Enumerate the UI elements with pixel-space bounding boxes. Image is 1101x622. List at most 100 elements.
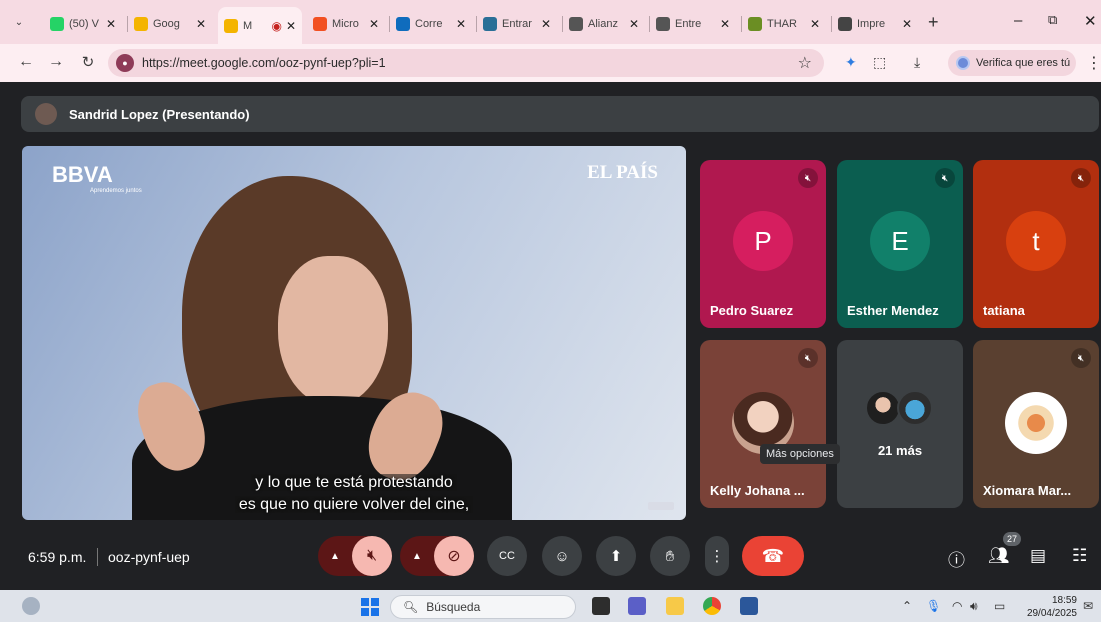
- system-clock[interactable]: 18:59 29/04/2025: [1021, 594, 1077, 620]
- participant-tile-xiomara[interactable]: 🔇︎ Xiomara Mar...: [973, 340, 1099, 508]
- participant-photo: [1005, 392, 1067, 454]
- muted-mic-icon: 🔇︎: [1071, 348, 1091, 368]
- close-tab-icon[interactable]: ✕: [902, 17, 912, 31]
- raise-hand-button[interactable]: ✋︎: [650, 536, 690, 576]
- forward-icon[interactable]: →: [46, 53, 66, 71]
- task-view-icon[interactable]: [592, 597, 610, 615]
- tab-label: Goog: [153, 18, 180, 30]
- browser-tab[interactable]: Corre ✕: [390, 9, 472, 39]
- tab-separator: [649, 16, 650, 32]
- browser-tab[interactable]: Alianz ✕: [563, 9, 645, 39]
- word-icon[interactable]: [740, 597, 758, 615]
- globe-icon: [838, 17, 852, 31]
- browser-tab[interactable]: (50) V ✕: [44, 9, 122, 39]
- battery-icon[interactable]: ▭: [994, 599, 1005, 613]
- participant-name: Kelly Johana ...: [710, 483, 805, 498]
- close-tab-icon[interactable]: ✕: [720, 17, 730, 31]
- close-tab-icon[interactable]: ✕: [629, 17, 639, 31]
- leave-call-button[interactable]: ☎︎: [742, 536, 804, 576]
- tab-label: Corre: [415, 18, 443, 30]
- bbva-tagline: Aprendemos juntos: [90, 188, 142, 194]
- extensions-puzzle-icon[interactable]: ⬚: [873, 54, 886, 71]
- video-settings-chevron-icon[interactable]: ▲: [400, 536, 434, 576]
- present-screen-button[interactable]: ⬆: [596, 536, 636, 576]
- reload-icon[interactable]: ↻: [78, 53, 98, 71]
- sharepoint-icon: [483, 17, 497, 31]
- close-tab-icon[interactable]: ✕: [810, 17, 820, 31]
- close-tab-icon[interactable]: ✕: [106, 17, 116, 31]
- notifications-icon[interactable]: ✉: [1083, 599, 1093, 613]
- meeting-controls: 6:59 p.m. ooz-pynf-uep ▲ 🔇︎ ▲ ⊘ CC ☺ ⬆ ✋…: [0, 532, 1101, 590]
- tray-mic-icon[interactable]: 🎙︎: [926, 599, 941, 613]
- file-explorer-icon[interactable]: [666, 597, 684, 615]
- camera-off-button[interactable]: ⊘: [434, 536, 474, 576]
- browser-tab[interactable]: Entre ✕: [650, 9, 736, 39]
- back-icon[interactable]: ←: [16, 53, 36, 71]
- browser-tab[interactable]: Impre ✕: [832, 9, 918, 39]
- weather-widget-icon[interactable]: [22, 597, 40, 615]
- tray-chevron-icon[interactable]: ⌃: [902, 599, 912, 613]
- tab-separator: [741, 16, 742, 32]
- restore-icon[interactable]: ⧉: [1048, 12, 1057, 28]
- meet-window: Sandrid Lopez (Presentando) BBVA Aprende…: [0, 82, 1101, 590]
- presentation-video[interactable]: BBVA Aprendemos juntos EL PAÍS y lo que …: [22, 146, 686, 520]
- captions-button[interactable]: CC: [487, 536, 527, 576]
- participant-name: Pedro Suarez: [710, 303, 794, 318]
- more-participants-avatars: [865, 390, 937, 428]
- extension-icon[interactable]: ✦: [845, 54, 857, 71]
- download-icon[interactable]: ⤓: [914, 54, 920, 71]
- mic-off-button[interactable]: 🔇︎: [352, 536, 392, 576]
- browser-tab[interactable]: Micro ✕: [307, 9, 385, 39]
- speaker-face: [278, 256, 388, 406]
- close-tab-icon[interactable]: ✕: [196, 17, 206, 31]
- browser-tab[interactable]: M ◉ ✕: [218, 7, 302, 44]
- browser-tab-strip: ⌄ (50) V ✕ Goog ✕ M ◉ ✕ Micro ✕ Corre ✕ Entrar ✕ Alia…: [0, 0, 1101, 44]
- new-tab-button[interactable]: +: [928, 12, 939, 33]
- url-text[interactable]: https://meet.google.com/ooz-pynf-uep?pli…: [142, 56, 386, 70]
- tab-label: M: [243, 19, 253, 32]
- chat-icon[interactable]: ▤: [1030, 546, 1046, 566]
- thar-icon: [748, 17, 762, 31]
- activities-grid-icon[interactable]: ☷: [1072, 546, 1087, 566]
- browser-tab[interactable]: Goog ✕: [128, 9, 212, 39]
- browser-tab[interactable]: Entrar ✕: [477, 9, 557, 39]
- profile-button[interactable]: Verifica que eres tú: [948, 50, 1076, 76]
- participant-name: Esther Mendez: [847, 303, 939, 318]
- taskbar-search[interactable]: 🔍︎ Búsqueda: [390, 595, 576, 619]
- windows-start-icon[interactable]: [361, 598, 379, 616]
- tab-separator: [476, 16, 477, 32]
- teams-icon[interactable]: [628, 597, 646, 615]
- tab-search-chevron-icon[interactable]: ⌄: [8, 11, 30, 33]
- people-icon[interactable]: 👥︎: [988, 546, 1010, 566]
- tab-separator: [562, 16, 563, 32]
- muted-mic-icon: 🔇︎: [1071, 168, 1091, 188]
- site-info-icon[interactable]: ●: [116, 54, 134, 72]
- volume-icon[interactable]: 🔊︎: [970, 599, 978, 614]
- bookmark-star-icon[interactable]: ☆: [798, 53, 812, 73]
- muted-mic-icon: 🔇︎: [798, 348, 818, 368]
- participant-tile-tatiana[interactable]: 🔇︎ t tatiana: [973, 160, 1099, 328]
- participant-tile-kelly[interactable]: 🔇︎ Kelly Johana ...: [700, 340, 826, 508]
- tab-label: (50) V: [69, 18, 99, 30]
- close-tab-icon[interactable]: ✕: [456, 17, 466, 31]
- close-tab-icon[interactable]: ✕: [369, 17, 379, 31]
- participant-name: tatiana: [983, 303, 1025, 318]
- browser-tab[interactable]: THAR ✕: [742, 9, 826, 39]
- minimize-icon[interactable]: –: [1014, 12, 1022, 29]
- address-bar[interactable]: ● https://meet.google.com/ooz-pynf-uep?p…: [108, 49, 824, 77]
- participant-tile-pedro[interactable]: 🔇︎ P Pedro Suarez: [700, 160, 826, 328]
- more-options-button[interactable]: ⋮: [705, 536, 729, 576]
- participant-initial: P: [733, 211, 793, 271]
- close-tab-icon[interactable]: ✕: [541, 17, 551, 31]
- windows-taskbar: 🔍︎ Búsqueda ⌃ 🎙︎ ◠ 🔊︎ ▭ 18:59 29/04/2025…: [0, 590, 1101, 622]
- audio-settings-chevron-icon[interactable]: ▲: [318, 536, 352, 576]
- close-window-icon[interactable]: ✕: [1084, 12, 1097, 30]
- participant-tile-esther[interactable]: 🔇︎ E Esther Mendez: [837, 160, 963, 328]
- browser-menu-icon[interactable]: ⋮: [1086, 53, 1101, 73]
- more-participants-tile[interactable]: 21 más: [837, 340, 963, 508]
- chrome-icon[interactable]: [703, 597, 721, 615]
- wifi-icon[interactable]: ◠: [952, 599, 962, 613]
- emoji-reaction-button[interactable]: ☺: [542, 536, 582, 576]
- close-tab-icon[interactable]: ✕: [286, 19, 296, 33]
- meeting-info-icon[interactable]: ⓘ: [948, 546, 965, 571]
